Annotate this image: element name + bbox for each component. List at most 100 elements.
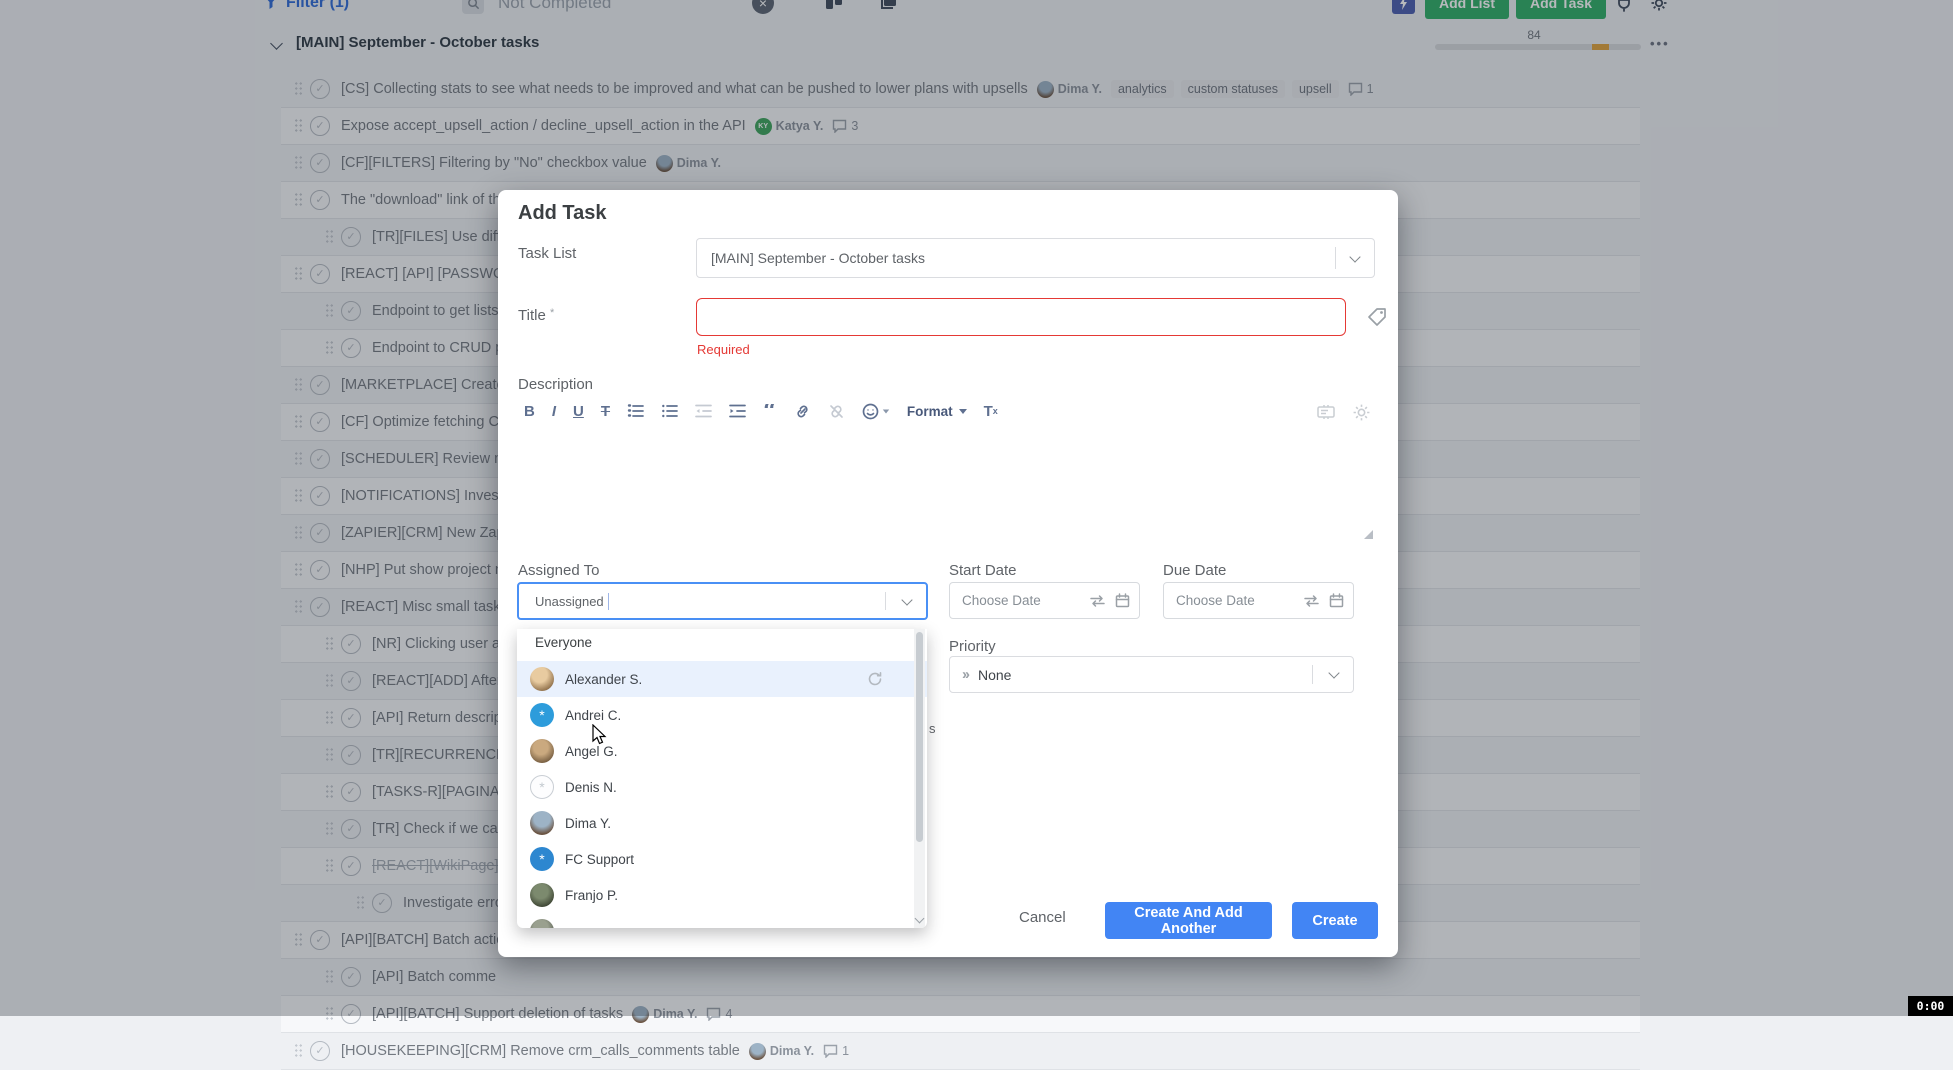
user-avatar: * (530, 703, 554, 727)
drag-handle-icon[interactable] (294, 1043, 303, 1059)
assignee-group-label[interactable]: Everyone (535, 635, 592, 650)
assignee-option[interactable] (517, 913, 927, 928)
priority-chevrons-icon: ›› (962, 666, 968, 683)
format-dropdown[interactable]: Format (907, 404, 967, 419)
refresh-icon (867, 671, 883, 692)
comment-count: 1 (842, 1044, 849, 1058)
assignee-option[interactable]: Franjo P. (517, 877, 927, 913)
user-name: Franjo P. (565, 888, 618, 903)
priority-value: None (978, 667, 1011, 683)
cancel-button[interactable]: Cancel (1019, 909, 1066, 926)
due-date-label: Due Date (1163, 562, 1226, 579)
task-list-value: [MAIN] September - October tasks (711, 250, 925, 266)
add-task-modal: Add Task Task List [MAIN] September - Oc… (498, 190, 1398, 957)
assigned-to-label: Assigned To (518, 562, 599, 579)
link-icon[interactable] (794, 403, 811, 420)
assignee-chip[interactable]: Dima Y. (749, 1043, 814, 1060)
description-editor[interactable] (524, 430, 1374, 540)
assignee-options-list: Alexander S. * Andrei C. Angel G. * Deni… (517, 661, 927, 928)
toolbar-extra-icons (1316, 403, 1371, 427)
underline-icon[interactable]: U (573, 403, 584, 420)
unlink-icon (828, 403, 845, 420)
title-label: Title * (518, 307, 554, 324)
assignee-option[interactable]: * Andrei C. (517, 697, 927, 733)
emoji-caret-icon (883, 409, 889, 413)
start-date-placeholder: Choose Date (962, 593, 1089, 608)
remove-format-icon[interactable]: Tx (984, 403, 998, 420)
priority-select[interactable]: ›› None (949, 656, 1354, 693)
user-avatar (530, 883, 554, 907)
required-error-message: Required (697, 342, 750, 357)
user-avatar (530, 739, 554, 763)
mouse-cursor (592, 724, 609, 746)
ordered-list-icon[interactable] (627, 403, 644, 419)
blockquote-icon[interactable]: “ (763, 404, 777, 418)
swap-dates-icon[interactable] (1303, 594, 1320, 608)
select-divider (1335, 247, 1336, 269)
user-avatar (530, 811, 554, 835)
combobox-divider (885, 592, 886, 610)
user-name: Dima Y. (565, 816, 611, 831)
due-date-input[interactable]: Choose Date (1163, 582, 1354, 619)
user-avatar (530, 667, 554, 691)
complete-checkbox-icon[interactable]: ✓ (310, 1041, 330, 1061)
assignee-name: Dima Y. (770, 1044, 814, 1058)
obscured-text-fragment: s (929, 721, 936, 736)
start-date-label: Start Date (949, 562, 1017, 579)
title-input[interactable] (696, 298, 1346, 336)
assignee-option[interactable]: * Denis N. (517, 769, 927, 805)
start-date-input[interactable]: Choose Date (949, 582, 1140, 619)
due-date-placeholder: Choose Date (1176, 593, 1303, 608)
dropdown-scrollbar-thumb[interactable] (916, 632, 923, 842)
assignee-dropdown-panel: Everyone Alexander S. * Andrei C. Angel … (517, 629, 927, 928)
emoji-icon[interactable] (862, 403, 890, 420)
task-row[interactable]: ✓ [HOUSEKEEPING][CRM] Remove crm_calls_c… (281, 1033, 1640, 1070)
bullet-list-icon[interactable] (661, 403, 678, 419)
editor-settings-gear-icon[interactable] (1352, 403, 1371, 427)
bold-icon[interactable]: B (524, 403, 535, 420)
assignee-option[interactable]: Alexander S. (517, 661, 927, 697)
user-name: Andrei C. (565, 708, 621, 723)
assignee-option[interactable]: * FC Support (517, 841, 927, 877)
calendar-icon[interactable] (1329, 593, 1344, 608)
user-name: Alexander S. (565, 672, 642, 687)
chevron-down-icon (901, 594, 912, 605)
required-asterisk: * (550, 307, 554, 319)
rich-text-toolbar: B I U T “ Format Tx (524, 396, 998, 426)
tags-icon[interactable] (1366, 306, 1388, 333)
italic-icon[interactable]: I (552, 403, 556, 420)
editor-resize-handle[interactable] (1364, 530, 1373, 539)
modal-title: Add Task (518, 202, 607, 225)
comment-indicator[interactable]: 1 (823, 1044, 849, 1058)
indent-icon[interactable] (729, 403, 746, 419)
user-name: FC Support (565, 852, 634, 867)
template-card-icon[interactable] (1316, 403, 1336, 427)
outdent-icon (695, 403, 712, 419)
user-avatar: * (530, 847, 554, 871)
description-label: Description (518, 376, 593, 393)
user-avatar: * (530, 775, 554, 799)
assigned-to-combobox[interactable]: Unassigned (517, 582, 928, 620)
swap-dates-icon[interactable] (1089, 594, 1106, 608)
strikethrough-icon[interactable]: T (601, 403, 610, 420)
assignee-avatar (749, 1043, 766, 1060)
format-caret-icon (959, 409, 967, 414)
priority-label: Priority (949, 638, 996, 655)
user-avatar (530, 919, 554, 928)
task-title[interactable]: [HOUSEKEEPING][CRM] Remove crm_calls_com… (341, 1043, 740, 1059)
user-name: Denis N. (565, 780, 617, 795)
text-cursor (608, 593, 610, 610)
assigned-to-value: Unassigned (535, 594, 604, 609)
create-and-add-another-button[interactable]: Create And Add Another (1105, 902, 1272, 939)
calendar-icon[interactable] (1115, 593, 1130, 608)
chevron-down-icon (1328, 667, 1339, 678)
task-list-select[interactable]: [MAIN] September - October tasks (696, 238, 1375, 278)
create-button[interactable]: Create (1292, 902, 1378, 939)
chevron-down-icon (1349, 251, 1360, 262)
screen-recorder-timer: 0:00 (1908, 996, 1953, 1016)
select-divider (1312, 665, 1313, 684)
task-list-label: Task List (518, 245, 576, 262)
assignee-option[interactable]: Angel G. (517, 733, 927, 769)
comment-bubble-icon (823, 1044, 838, 1058)
assignee-option[interactable]: Dima Y. (517, 805, 927, 841)
